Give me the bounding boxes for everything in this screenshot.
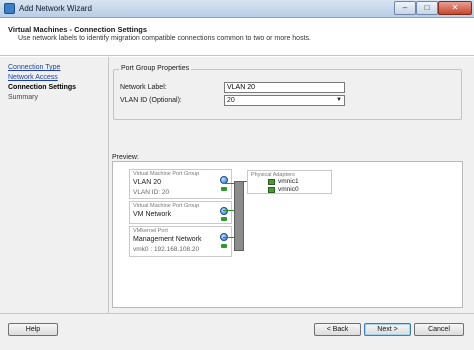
nav-item-connection-settings: Connection Settings	[8, 84, 77, 91]
window-title: Add Network Wizard	[19, 4, 92, 13]
port-group-name: VLAN 20	[133, 179, 162, 186]
port-group-header: Virtual Machine Port Group	[133, 203, 200, 209]
vm-connection-icon	[221, 217, 227, 221]
wizard-steps-nav: Connection Type Network Access Connectio…	[8, 63, 103, 103]
port-group-header: Virtual Machine Port Group	[133, 171, 200, 177]
wizard-content: Connection Type Network Access Connectio…	[0, 57, 474, 313]
connector-line	[223, 183, 234, 184]
next-button[interactable]: Next >	[364, 323, 411, 336]
nav-item-network-access[interactable]: Network Access	[8, 73, 103, 83]
cancel-button[interactable]: Cancel	[414, 323, 464, 336]
network-label-caption: Network Label:	[120, 84, 167, 91]
page-title: Virtual Machines - Connection Settings	[8, 25, 148, 34]
nic-icon	[268, 179, 275, 185]
vlan-id-caption: VLAN ID (Optional):	[120, 97, 182, 104]
vmkernel-ip: vmk0 : 192.168.108.20	[133, 246, 200, 253]
close-button[interactable]: ✕	[438, 1, 472, 15]
nav-item-summary: Summary	[8, 94, 38, 101]
port-group-vlan20: Virtual Machine Port Group VLAN 20 VLAN …	[129, 169, 232, 199]
nic-icon	[268, 187, 275, 193]
port-group-vlan-id: VLAN ID: 20	[133, 189, 170, 196]
virtual-machine-icon	[220, 207, 228, 215]
port-group-header: VMkernel Port	[133, 228, 168, 234]
nic-label: vmnic0	[278, 186, 299, 193]
page-subtitle: Use network labels to identify migration…	[18, 35, 311, 42]
maximize-button[interactable]: □	[416, 1, 438, 15]
port-group-management-network: VMkernel Port Management Network vmk0 : …	[129, 226, 232, 257]
help-button[interactable]: Help	[8, 323, 58, 336]
vmkernel-connection-icon	[221, 244, 227, 248]
port-group-properties-group: Port Group Properties Network Label: VLA…	[113, 65, 462, 120]
preview-label: Preview:	[112, 154, 139, 161]
vm-connection-icon	[221, 187, 227, 191]
port-group-properties-legend: Port Group Properties	[119, 65, 192, 72]
wizard-footer: Help < Back Next > Cancel	[0, 313, 474, 350]
title-bar: Add Network Wizard – □ ✕	[0, 0, 474, 18]
chevron-down-icon[interactable]: ▼	[335, 97, 343, 104]
minimize-button[interactable]: –	[394, 1, 416, 15]
virtual-switch	[234, 181, 244, 251]
vlan-id-dropdown[interactable]: 20 ▼	[224, 95, 345, 106]
preview-diagram: Virtual Machine Port Group VLAN 20 VLAN …	[112, 161, 463, 308]
nav-divider	[108, 57, 109, 313]
connector-line	[223, 237, 234, 238]
connector-line	[223, 210, 234, 211]
port-group-name: Management Network	[133, 236, 202, 243]
network-label-input[interactable]: VLAN 20	[224, 82, 345, 93]
wizard-header: Virtual Machines - Connection Settings U…	[0, 18, 474, 56]
nav-item-connection-type[interactable]: Connection Type	[8, 63, 103, 73]
port-group-vm-network: Virtual Machine Port Group VM Network	[129, 201, 232, 224]
nic-label: vmnic1	[278, 178, 299, 185]
back-button[interactable]: < Back	[314, 323, 361, 336]
network-wizard-icon	[4, 3, 15, 14]
vlan-id-value: 20	[227, 97, 235, 104]
port-group-name: VM Network	[133, 211, 172, 218]
physical-adapters-box: Physical Adapters vmnic1 vmnic0	[247, 170, 332, 194]
